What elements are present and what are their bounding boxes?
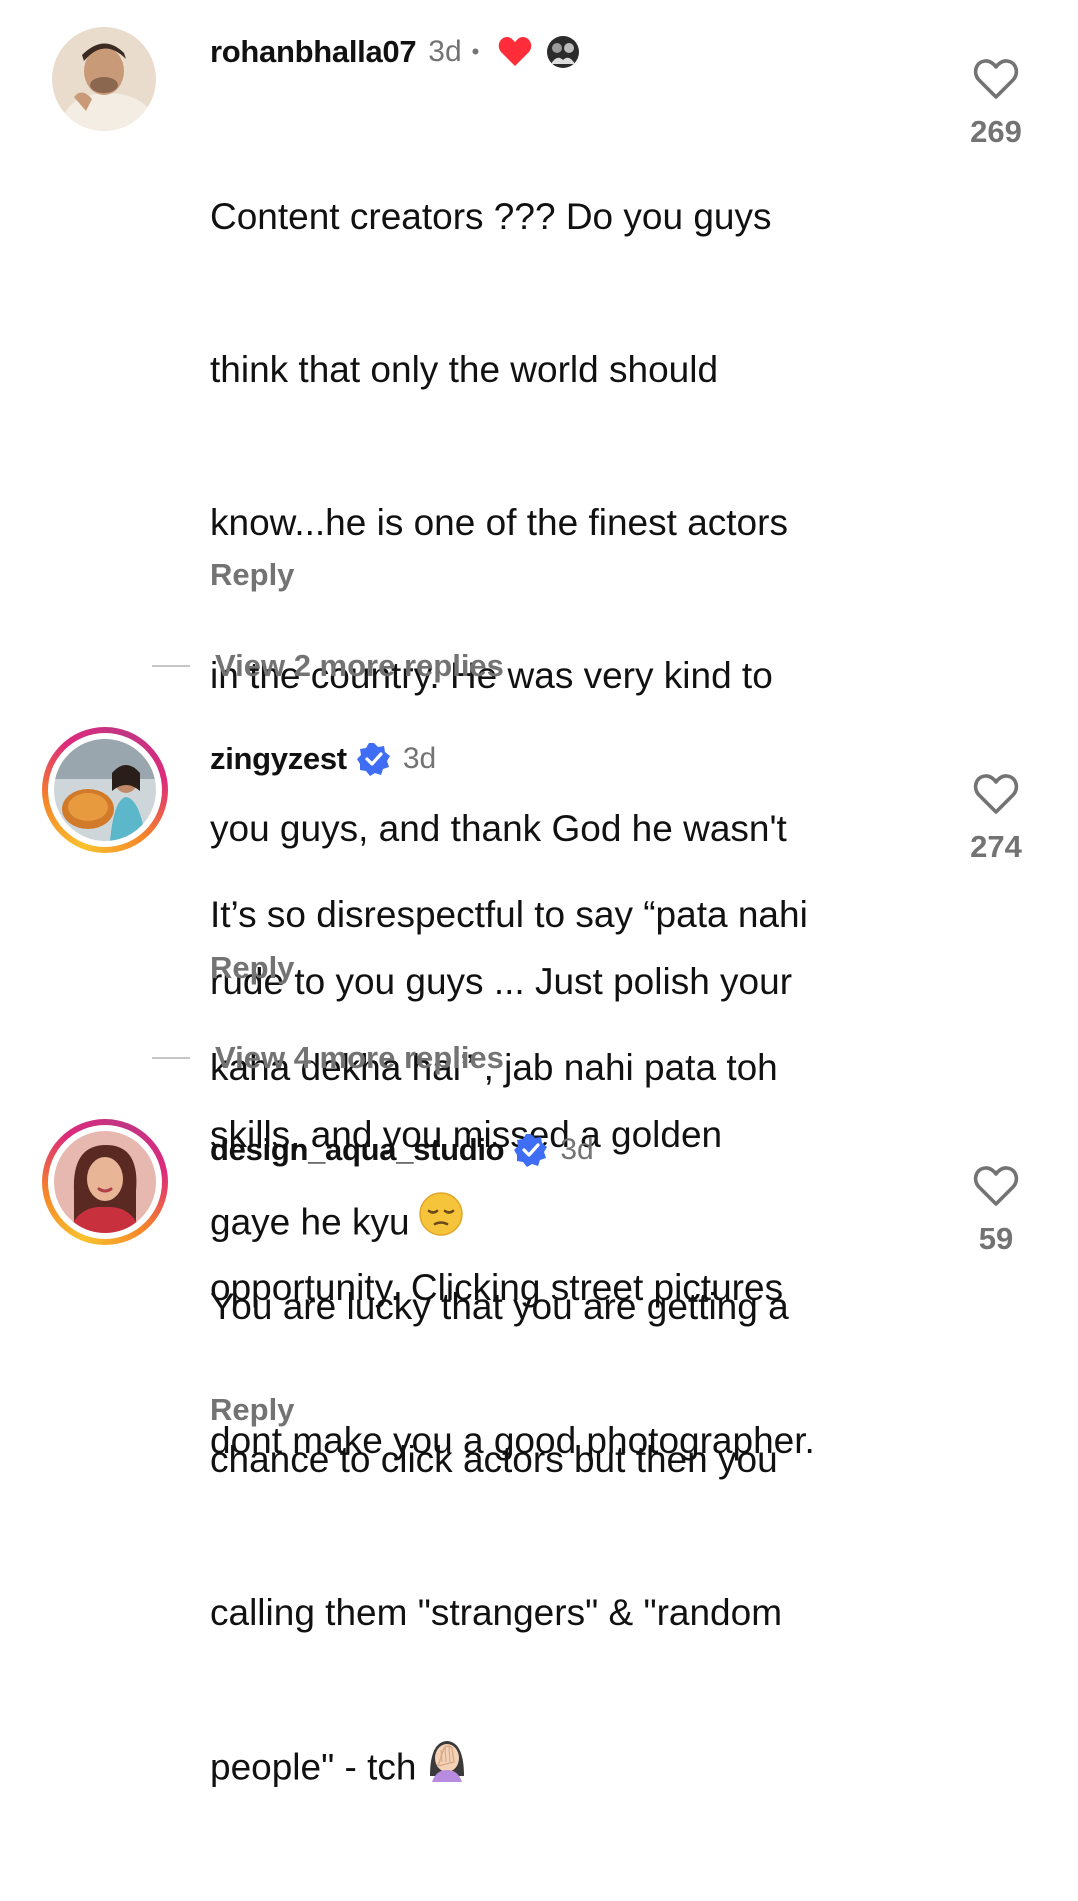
view-more-replies[interactable]: View 4 more replies: [152, 1040, 504, 1076]
reply-button[interactable]: Reply: [210, 557, 294, 593]
creator-avatar-icon: [545, 34, 581, 70]
like-count: 269: [970, 114, 1022, 149]
heart-outline-icon: [973, 1166, 1019, 1206]
reply-button[interactable]: Reply: [210, 1392, 294, 1428]
view-more-replies[interactable]: View 2 more replies: [152, 648, 504, 684]
avatar-image: [54, 739, 156, 841]
avatar-image: [52, 27, 156, 131]
verified-badge-icon: [356, 742, 391, 776]
avatar[interactable]: [42, 1119, 168, 1245]
comment-line: people" - tch: [210, 1740, 900, 1799]
like-button[interactable]: 269: [950, 58, 1042, 150]
comment-line: Content creators ??? Do you guys: [210, 196, 772, 237]
like-button[interactable]: 274: [950, 773, 1042, 865]
divider: [152, 665, 190, 667]
comment-line-text: people" - tch: [210, 1746, 417, 1788]
avatar-image: [54, 1131, 156, 1233]
username[interactable]: design_aqua_studio: [210, 1132, 505, 1168]
like-button[interactable]: 59: [950, 1165, 1042, 1257]
timestamp: 3d: [402, 742, 437, 775]
avatar[interactable]: [52, 27, 156, 131]
timestamp: 3d: [428, 35, 462, 68]
like-count: 274: [970, 829, 1022, 864]
view-replies-label[interactable]: View 2 more replies: [215, 648, 504, 684]
comment-line: chance to click actors but then you: [210, 1439, 778, 1480]
woman-facepalming-emoji: [424, 1736, 470, 1795]
heart-outline-icon: [973, 774, 1019, 814]
verified-badge-icon: [514, 1133, 548, 1167]
timestamp: 3d: [560, 1133, 594, 1166]
divider: [152, 1057, 190, 1059]
username[interactable]: rohanbhalla07: [210, 34, 417, 70]
comment-line: know...he is one of the finest actors: [210, 502, 788, 543]
comment-line: It’s so disrespectful to say “pata nahi: [210, 894, 808, 935]
like-count: 59: [978, 1221, 1014, 1256]
view-replies-label[interactable]: View 4 more replies: [215, 1040, 504, 1076]
comment-line: think that only the world should: [210, 349, 719, 390]
reply-button[interactable]: Reply: [210, 950, 294, 986]
comment-text: You are lucky that you are getting a cha…: [210, 1179, 900, 1901]
heart-outline-icon: [973, 59, 1019, 99]
avatar[interactable]: [42, 727, 168, 853]
separator-dot: •: [471, 39, 480, 64]
comment-line: You are lucky that you are getting a: [210, 1286, 789, 1327]
username[interactable]: zingyzest: [210, 741, 347, 777]
creator-liked-heart-icon: [497, 34, 533, 70]
comment-line: calling them "strangers" & "random: [210, 1592, 783, 1633]
